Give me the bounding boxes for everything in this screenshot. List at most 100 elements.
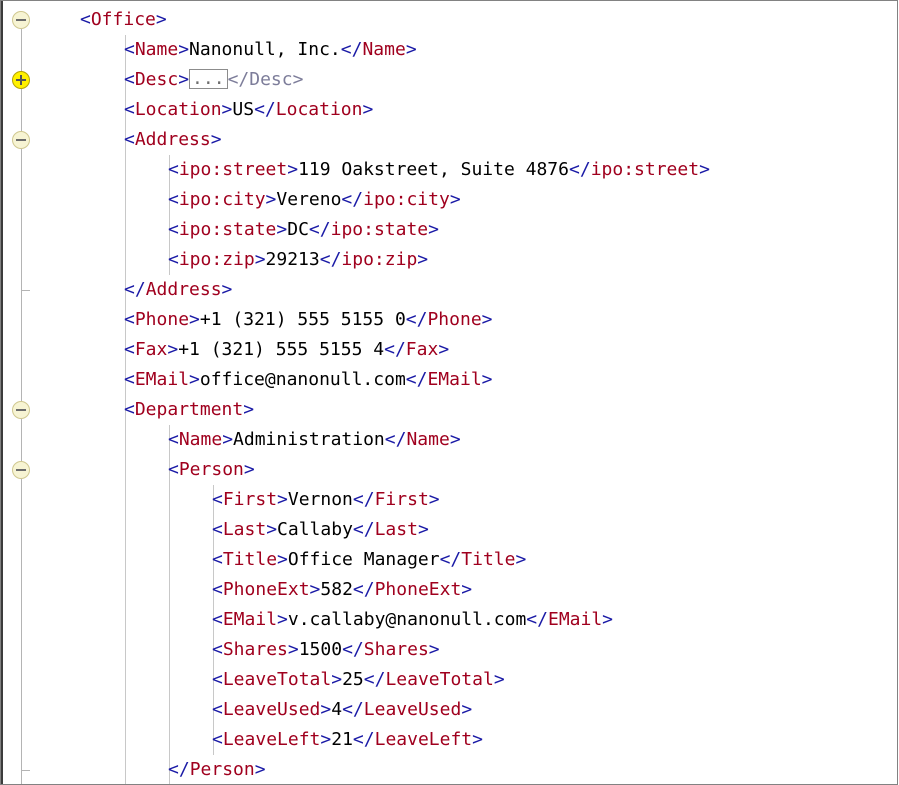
tag-name: ipo:street (178, 159, 288, 180)
fold-end-marker (21, 290, 30, 291)
tag-name: ipo:city (178, 189, 266, 210)
tag-name: Last (374, 519, 418, 540)
code-line[interactable]: <LeaveUsed>4</LeaveUsed> (212, 695, 472, 725)
code-line[interactable]: </Person> (168, 755, 266, 784)
tag-name: Fax (134, 339, 168, 360)
tag-bracket: > (243, 459, 255, 480)
tag-bracket: < (124, 69, 135, 90)
code-line[interactable]: <Name>Administration</Name> (168, 425, 461, 455)
tag-bracket: > (178, 39, 190, 60)
tag-name: Last (222, 519, 267, 540)
code-line[interactable]: <Shares>1500</Shares> (212, 635, 440, 665)
tag-bracket: </ (569, 159, 591, 180)
tag-bracket: > (438, 339, 450, 360)
tag-bracket: > (276, 219, 288, 240)
code-line[interactable]: <Person> (168, 455, 255, 485)
code-line[interactable]: <First>Vernon</First> (212, 485, 440, 515)
element-text: Administration (233, 429, 385, 450)
code-line[interactable]: <Phone>+1 (321) 555 5155 0</Phone> (124, 305, 493, 335)
tag-name: ipo:state (330, 219, 429, 240)
code-line[interactable]: <Fax>+1 (321) 555 5155 4</Fax> (124, 335, 449, 365)
tag-bracket: > (449, 429, 461, 450)
tag-bracket: </ (342, 639, 364, 660)
tag-name: ipo:street (590, 159, 700, 180)
code-line[interactable]: <EMail>v.callaby@nanonull.com</EMail> (212, 605, 613, 635)
tag-name: First (374, 489, 429, 510)
tag-bracket: </ (227, 69, 250, 90)
element-text: DC (287, 219, 309, 240)
code-line[interactable]: <Desc>... </Desc> (124, 65, 303, 95)
minus-stroke (16, 139, 26, 141)
tag-bracket: < (124, 129, 135, 150)
tag-bracket: > (189, 369, 200, 390)
tag-bracket: < (212, 579, 223, 600)
fold-collapse-icon[interactable] (12, 131, 30, 149)
element-text: Vereno (276, 189, 342, 210)
tag-name: EMail (134, 369, 190, 390)
code-line[interactable]: <Last>Callaby</Last> (212, 515, 429, 545)
tag-bracket: < (168, 459, 179, 480)
code-line[interactable]: <ipo:street>119 Oakstreet, Suite 4876</i… (168, 155, 710, 185)
tag-name: Desc (134, 69, 179, 90)
tag-bracket: </ (352, 489, 375, 510)
tag-name: Name (178, 429, 223, 450)
minus-stroke (16, 19, 26, 21)
tag-bracket: > (449, 189, 461, 210)
code-line[interactable]: <EMail>office@nanonull.com</EMail> (124, 365, 493, 395)
tag-bracket: > (277, 489, 288, 510)
tag-name: LeaveTotal (385, 669, 494, 690)
tag-bracket: </ (254, 99, 276, 120)
code-line[interactable]: <Location>US</Location> (124, 95, 373, 125)
code-line[interactable]: <Address> (124, 125, 222, 155)
tag-bracket: < (168, 249, 179, 270)
code-line[interactable]: <ipo:zip>29213</ipo:zip> (168, 245, 428, 275)
tag-bracket: </ (439, 549, 462, 570)
code-line[interactable]: <Office> (80, 5, 167, 35)
code-line[interactable]: <Name>Nanonull, Inc.</Name> (124, 35, 417, 65)
tag-bracket: > (292, 69, 304, 90)
code-line[interactable]: <Department> (124, 395, 254, 425)
tag-bracket: > (277, 609, 288, 630)
fold-gutter (1, 1, 45, 784)
tag-name: ipo:zip (341, 249, 418, 270)
tag-bracket: </ (342, 699, 364, 720)
tag-bracket: < (168, 219, 179, 240)
tag-name: LeaveLeft (222, 729, 321, 750)
tag-name: First (222, 489, 278, 510)
tag-bracket: > (515, 549, 527, 570)
tag-bracket: </ (352, 729, 375, 750)
tag-bracket: </ (405, 309, 428, 330)
code-line[interactable]: <Title>Office Manager</Title> (212, 545, 526, 575)
tag-name: Department (134, 399, 244, 420)
fold-collapse-icon[interactable] (12, 11, 30, 29)
minus-stroke (16, 469, 26, 471)
tag-name: Title (222, 549, 278, 570)
element-text: +1 (321) 555 5155 0 (199, 309, 406, 330)
tag-bracket: </ (405, 369, 428, 390)
code-line[interactable]: <ipo:city>Vereno</ipo:city> (168, 185, 461, 215)
fold-expand-icon[interactable] (12, 71, 30, 89)
element-text: 21 (331, 729, 353, 750)
element-text: 119 Oakstreet, Suite 4876 (298, 159, 569, 180)
xml-text-editor[interactable]: <Office> <Name>Nanonull, Inc.</Name> <Desc… (0, 0, 898, 785)
tag-bracket: > (266, 519, 278, 540)
tag-bracket: < (212, 489, 223, 510)
code-line[interactable]: </Address> (124, 275, 232, 305)
tag-bracket: < (80, 9, 91, 30)
fold-collapse-icon[interactable] (12, 461, 30, 479)
fold-collapse-icon[interactable] (12, 401, 30, 419)
collapsed-content-placeholder[interactable]: ... (189, 68, 228, 89)
gutter-border (1, 1, 3, 784)
tag-bracket: > (405, 39, 417, 60)
code-line[interactable]: <LeaveLeft>21</LeaveLeft> (212, 725, 483, 755)
element-text: 4 (331, 699, 343, 720)
tag-name: LeaveUsed (222, 699, 321, 720)
tag-name: Phone (134, 309, 190, 330)
code-line[interactable]: <PhoneExt>582</PhoneExt> (212, 575, 472, 605)
tag-bracket: < (124, 399, 135, 420)
code-line[interactable]: <ipo:state>DC</ipo:state> (168, 215, 439, 245)
element-text: 582 (320, 579, 353, 600)
code-line[interactable]: <LeaveTotal>25</LeaveTotal> (212, 665, 505, 695)
tag-bracket: < (124, 339, 135, 360)
tag-name: LeaveLeft (374, 729, 473, 750)
